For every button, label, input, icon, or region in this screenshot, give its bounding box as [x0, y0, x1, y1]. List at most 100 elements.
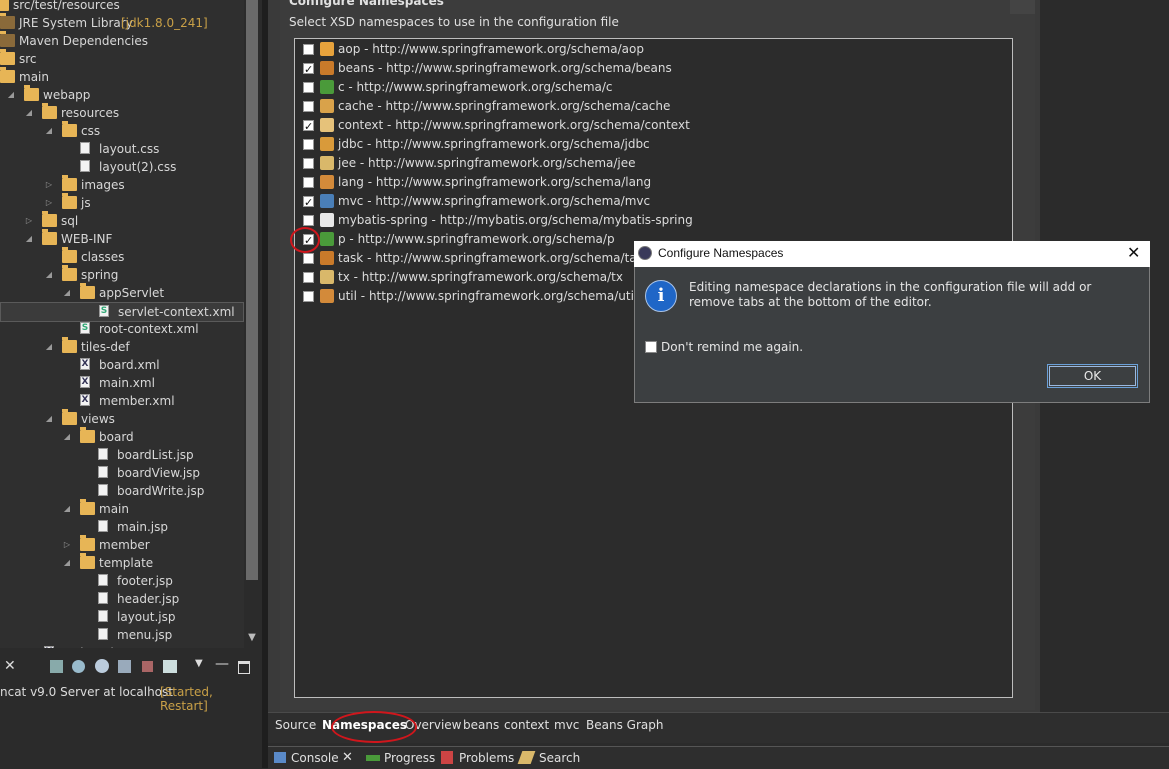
close-console-icon[interactable]: ✕	[342, 750, 353, 765]
tree-item[interactable]: ▷ images	[0, 175, 242, 194]
tree-item[interactable]: Maven Dependencies	[0, 31, 242, 50]
tree-item[interactable]: ◢main	[0, 499, 242, 518]
tree-item[interactable]: ◢ board	[0, 427, 242, 446]
collapse-twisty-icon[interactable]: ◢	[44, 410, 54, 428]
expand-twisty-icon[interactable]: ▷	[44, 194, 54, 212]
explorer-scrollbar-thumb[interactable]	[246, 0, 258, 580]
section-toggle[interactable]	[1010, 0, 1035, 14]
tree-item[interactable]: layout(2).css	[0, 158, 242, 176]
tree-item[interactable]: ◢ webapp	[0, 85, 242, 104]
namespace-checkbox[interactable]	[303, 101, 314, 112]
scroll-down-icon[interactable]: ▼	[246, 632, 258, 646]
tree-item[interactable]: ▷ sql	[0, 211, 242, 230]
minimize-icon[interactable]: —	[215, 656, 229, 672]
servers-toolbar: ✕ ▼ —	[0, 656, 262, 680]
collapse-twisty-icon[interactable]: ◢	[24, 230, 34, 248]
tree-item[interactable]: layout.jsp	[0, 608, 242, 626]
file-icon	[98, 592, 108, 604]
view-menu-icon[interactable]: ▼	[195, 658, 203, 669]
tab-progress[interactable]: Progress	[384, 751, 435, 765]
tab-problems[interactable]: Problems	[459, 751, 514, 765]
dont-remind-checkbox[interactable]	[645, 341, 657, 353]
namespace-checkbox[interactable]	[303, 272, 314, 283]
tree-item[interactable]: src	[0, 49, 242, 68]
server-entry[interactable]: ncat v9.0 Server at localhost [Started, …	[0, 682, 262, 713]
namespace-checkbox[interactable]	[303, 117, 314, 136]
source-folder-icon	[24, 85, 39, 101]
tree-item[interactable]: ◢ css	[0, 121, 242, 140]
tree-item[interactable]: Sservlet-context.xml	[0, 302, 244, 322]
tree-item[interactable]: menu.jsp	[0, 626, 242, 644]
stop-icon[interactable]	[142, 661, 153, 672]
file-icon	[80, 160, 90, 172]
expand-twisty-icon[interactable]: ▷	[44, 176, 54, 194]
tree-item[interactable]: JRE System Library [jdk1.8.0_241]	[0, 13, 242, 32]
tree-item[interactable]: ◢ WEB-INF	[0, 229, 242, 248]
tab-context[interactable]: context	[504, 718, 549, 732]
namespace-checkbox[interactable]	[303, 158, 314, 169]
tree-item[interactable]: ◢ resources	[0, 103, 242, 122]
tree-item[interactable]: Xweb.xml	[0, 644, 242, 648]
tree-item[interactable]: ▷ js	[0, 193, 242, 212]
file-icon	[98, 520, 108, 532]
tab-source[interactable]: Source	[275, 718, 316, 732]
tree-item[interactable]: ◢ appServlet	[0, 283, 242, 302]
collapse-icon[interactable]	[50, 660, 63, 673]
tree-item[interactable]: footer.jsp	[0, 572, 242, 590]
tree-item[interactable]: boardList.jsp	[0, 446, 242, 464]
debug-icon[interactable]	[72, 660, 85, 673]
tree-item[interactable]: classes	[0, 247, 242, 266]
tree-item[interactable]: Xmember.xml	[0, 392, 242, 410]
collapse-twisty-icon[interactable]: ◢	[24, 104, 34, 122]
namespace-checkbox[interactable]	[303, 139, 314, 150]
instruction-text: Select XSD namespaces to use in the conf…	[289, 15, 619, 29]
tree-item[interactable]: Xboard.xml	[0, 356, 242, 374]
namespace-checkbox[interactable]	[303, 177, 314, 188]
collapse-twisty-icon[interactable]: ◢	[44, 266, 54, 284]
namespace-checkbox[interactable]	[303, 215, 314, 226]
collapse-twisty-icon[interactable]: ◢	[44, 338, 54, 356]
profile-icon[interactable]	[118, 660, 131, 673]
tree-item-label: member.xml	[99, 394, 175, 408]
tree-item[interactable]: ◢ tiles-def	[0, 337, 242, 356]
tree-item[interactable]: src/test/resources	[0, 0, 242, 14]
ok-button[interactable]: OK	[1047, 364, 1138, 388]
tab-mvc[interactable]: mvc	[554, 718, 579, 732]
collapse-twisty-icon[interactable]: ◢	[44, 122, 54, 140]
collapse-twisty-icon[interactable]: ◢	[62, 428, 72, 446]
collapse-twisty-icon[interactable]: ◢	[6, 86, 16, 104]
tree-item[interactable]: ▷ member	[0, 535, 242, 554]
expand-twisty-icon[interactable]: ▷	[24, 212, 34, 230]
tab-beans-graph[interactable]: Beans Graph	[586, 718, 663, 732]
namespace-checkbox[interactable]	[303, 193, 314, 212]
dialog-close-icon[interactable]: ✕	[1127, 243, 1140, 262]
tree-item[interactable]: ◢main	[0, 67, 242, 86]
namespace-checkbox[interactable]	[303, 44, 314, 55]
namespace-checkbox[interactable]	[303, 82, 314, 93]
namespace-checkbox[interactable]	[303, 60, 314, 79]
tree-item[interactable]: Xmain.xml	[0, 374, 242, 392]
tab-console[interactable]: Console	[291, 751, 339, 765]
tree-item[interactable]: ◢ spring	[0, 265, 242, 284]
collapse-twisty-icon[interactable]: ◢	[62, 500, 72, 518]
close-icon[interactable]: ✕	[4, 658, 16, 674]
tab-search[interactable]: Search	[539, 751, 580, 765]
start-icon[interactable]	[95, 659, 109, 673]
publish-icon[interactable]	[163, 660, 177, 673]
namespace-checkbox[interactable]	[303, 253, 314, 264]
tab-beans[interactable]: beans	[463, 718, 499, 732]
tree-item[interactable]: Sroot-context.xml	[0, 320, 242, 338]
tree-item[interactable]: layout.css	[0, 140, 242, 158]
collapse-twisty-icon[interactable]: ◢	[62, 554, 72, 572]
collapse-twisty-icon[interactable]: ◢	[62, 284, 72, 302]
tree-item[interactable]: ◢ views	[0, 409, 242, 428]
tree-item[interactable]: header.jsp	[0, 590, 242, 608]
tree-item[interactable]: boardView.jsp	[0, 464, 242, 482]
maximize-icon[interactable]	[238, 661, 250, 674]
expand-twisty-icon[interactable]: ▷	[62, 536, 72, 554]
tree-item[interactable]: ◢ template	[0, 553, 242, 572]
tree-item[interactable]: main.jsp	[0, 518, 242, 536]
tree-item[interactable]: boardWrite.jsp	[0, 482, 242, 500]
server-name: ncat v9.0 Server at localhost	[0, 685, 173, 699]
namespace-checkbox[interactable]	[303, 291, 314, 302]
